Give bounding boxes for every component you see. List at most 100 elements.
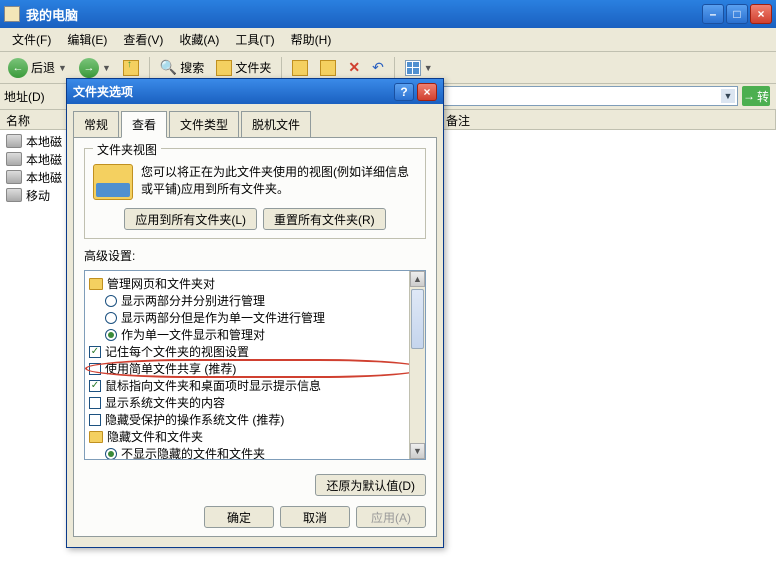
cancel-button[interactable]: 取消 [280, 506, 350, 528]
folder-view-group: 文件夹视图 您可以将正在为此文件夹使用的视图(例如详细信息或平铺)应用到所有文件… [84, 148, 426, 239]
apply-button[interactable]: 应用(A) [356, 506, 426, 528]
move-to-button[interactable] [288, 56, 312, 80]
tree-node-label: 作为单一文件显示和管理对 [121, 326, 265, 343]
tree-node-label: 隐藏文件和文件夹 [107, 428, 203, 445]
restore-defaults-button[interactable]: 还原为默认值(D) [315, 474, 426, 496]
menubar: 文件(F) 编辑(E) 查看(V) 收藏(A) 工具(T) 帮助(H) [0, 28, 776, 52]
tab-strip: 常规 查看 文件类型 脱机文件 [67, 104, 443, 137]
delete-icon: ✕ [348, 59, 360, 76]
tree-node[interactable]: 显示两部分但是作为单一文件进行管理 [89, 309, 421, 326]
advanced-settings-tree[interactable]: 管理网页和文件夹对显示两部分并分别进行管理显示两部分但是作为单一文件进行管理作为… [84, 270, 426, 460]
back-icon: ← [8, 58, 28, 78]
scrollbar[interactable]: ▲ ▼ [409, 271, 425, 459]
radio-icon[interactable] [105, 312, 117, 324]
tab-offline[interactable]: 脱机文件 [241, 111, 311, 138]
forward-icon: → [79, 58, 99, 78]
checkbox-icon[interactable] [89, 363, 101, 375]
advanced-settings-label: 高级设置: [84, 247, 426, 264]
copyto-icon [320, 60, 336, 76]
tree-node-label: 不显示隐藏的文件和文件夹 [121, 445, 265, 460]
folder-options-dialog: 文件夹选项 ? × 常规 查看 文件类型 脱机文件 文件夹视图 您可以将正在为此… [66, 78, 444, 548]
app-icon [4, 6, 20, 22]
folder-view-icon [93, 164, 133, 200]
tree-node[interactable]: 显示两部分并分别进行管理 [89, 292, 421, 309]
scroll-up-button[interactable]: ▲ [410, 271, 425, 287]
folders-label: 文件夹 [235, 59, 271, 76]
undo-button[interactable]: ↶ [368, 56, 388, 80]
tree-node-label: 隐藏受保护的操作系统文件 (推荐) [105, 411, 284, 428]
tree-node[interactable]: 不显示隐藏的文件和文件夹 [89, 445, 421, 460]
dialog-help-button[interactable]: ? [394, 83, 414, 101]
col-remark[interactable]: 备注 [440, 110, 776, 129]
go-icon: → [743, 89, 755, 103]
tree-node[interactable]: 隐藏受保护的操作系统文件 (推荐) [89, 411, 421, 428]
folder-icon [89, 278, 103, 290]
dialog-close-button[interactable]: × [417, 83, 437, 101]
moveto-icon [292, 60, 308, 76]
menu-view[interactable]: 查看(V) [115, 29, 171, 50]
menu-file[interactable]: 文件(F) [4, 29, 59, 50]
window-titlebar: 我的电脑 – □ × [0, 0, 776, 28]
folder-icon [89, 431, 103, 443]
tree-node[interactable]: 鼠标指向文件夹和桌面项时显示提示信息 [89, 377, 421, 394]
up-button[interactable]: ↑ [119, 56, 143, 80]
copy-to-button[interactable] [316, 56, 340, 80]
tree-node[interactable]: 作为单一文件显示和管理对 [89, 326, 421, 343]
close-button[interactable]: × [750, 4, 772, 24]
tree-node[interactable]: 管理网页和文件夹对 [89, 275, 421, 292]
address-dropdown[interactable]: ▼ [438, 86, 738, 106]
tab-general[interactable]: 常规 [73, 111, 119, 138]
menu-edit[interactable]: 编辑(E) [59, 29, 115, 50]
checkbox-icon[interactable] [89, 346, 101, 358]
forward-button[interactable]: → ▼ [75, 56, 115, 80]
back-button[interactable]: ← 后退 ▼ [4, 56, 71, 80]
drive-icon [6, 152, 22, 166]
tree-node[interactable]: 记住每个文件夹的视图设置 [89, 343, 421, 360]
drive-icon [6, 134, 22, 148]
window-title: 我的电脑 [26, 5, 702, 24]
menu-help[interactable]: 帮助(H) [283, 29, 340, 50]
scroll-thumb[interactable] [411, 289, 424, 349]
checkbox-icon[interactable] [89, 414, 101, 426]
search-icon: 🔍 [160, 59, 177, 76]
checkbox-icon[interactable] [89, 380, 101, 392]
ok-button[interactable]: 确定 [204, 506, 274, 528]
radio-icon[interactable] [105, 448, 117, 460]
tree-node[interactable]: 隐藏文件和文件夹 [89, 428, 421, 445]
search-label: 搜索 [180, 59, 204, 76]
tree-node-label: 使用简单文件共享 (推荐) [105, 360, 236, 377]
drive-icon [6, 170, 22, 184]
drive-icon [6, 188, 22, 202]
delete-button[interactable]: ✕ [344, 56, 364, 80]
dialog-title: 文件夹选项 [73, 83, 394, 100]
apply-all-folders-button[interactable]: 应用到所有文件夹(L) [124, 208, 257, 230]
menu-tools[interactable]: 工具(T) [227, 29, 282, 50]
undo-icon: ↶ [372, 59, 384, 76]
tab-filetypes[interactable]: 文件类型 [169, 111, 239, 138]
tree-node-label: 管理网页和文件夹对 [107, 275, 215, 292]
chevron-down-icon: ▼ [721, 89, 735, 103]
chevron-down-icon: ▼ [58, 63, 67, 73]
menu-favorites[interactable]: 收藏(A) [171, 29, 227, 50]
tab-view[interactable]: 查看 [121, 111, 167, 138]
views-button[interactable]: ▼ [401, 56, 437, 80]
radio-icon[interactable] [105, 329, 117, 341]
group-label: 文件夹视图 [93, 141, 161, 158]
search-button[interactable]: 🔍 搜索 [156, 56, 208, 80]
radio-icon[interactable] [105, 295, 117, 307]
maximize-button[interactable]: □ [726, 4, 748, 24]
folder-icon [216, 60, 232, 76]
folder-view-description: 您可以将正在为此文件夹使用的视图(例如详细信息或平铺)应用到所有文件夹。 [141, 164, 417, 200]
tab-panel-view: 文件夹视图 您可以将正在为此文件夹使用的视图(例如详细信息或平铺)应用到所有文件… [73, 137, 437, 537]
tree-node[interactable]: 显示系统文件夹的内容 [89, 394, 421, 411]
tree-node-label: 显示两部分但是作为单一文件进行管理 [121, 309, 325, 326]
folders-button[interactable]: 文件夹 [212, 56, 275, 80]
go-button[interactable]: →转 [742, 86, 770, 106]
scroll-down-button[interactable]: ▼ [410, 443, 425, 459]
checkbox-icon[interactable] [89, 397, 101, 409]
tree-node-label: 显示系统文件夹的内容 [105, 394, 225, 411]
address-label: 地址(D) [4, 88, 45, 105]
reset-all-folders-button[interactable]: 重置所有文件夹(R) [263, 208, 386, 230]
tree-node[interactable]: 使用简单文件共享 (推荐) [89, 360, 421, 377]
minimize-button[interactable]: – [702, 4, 724, 24]
